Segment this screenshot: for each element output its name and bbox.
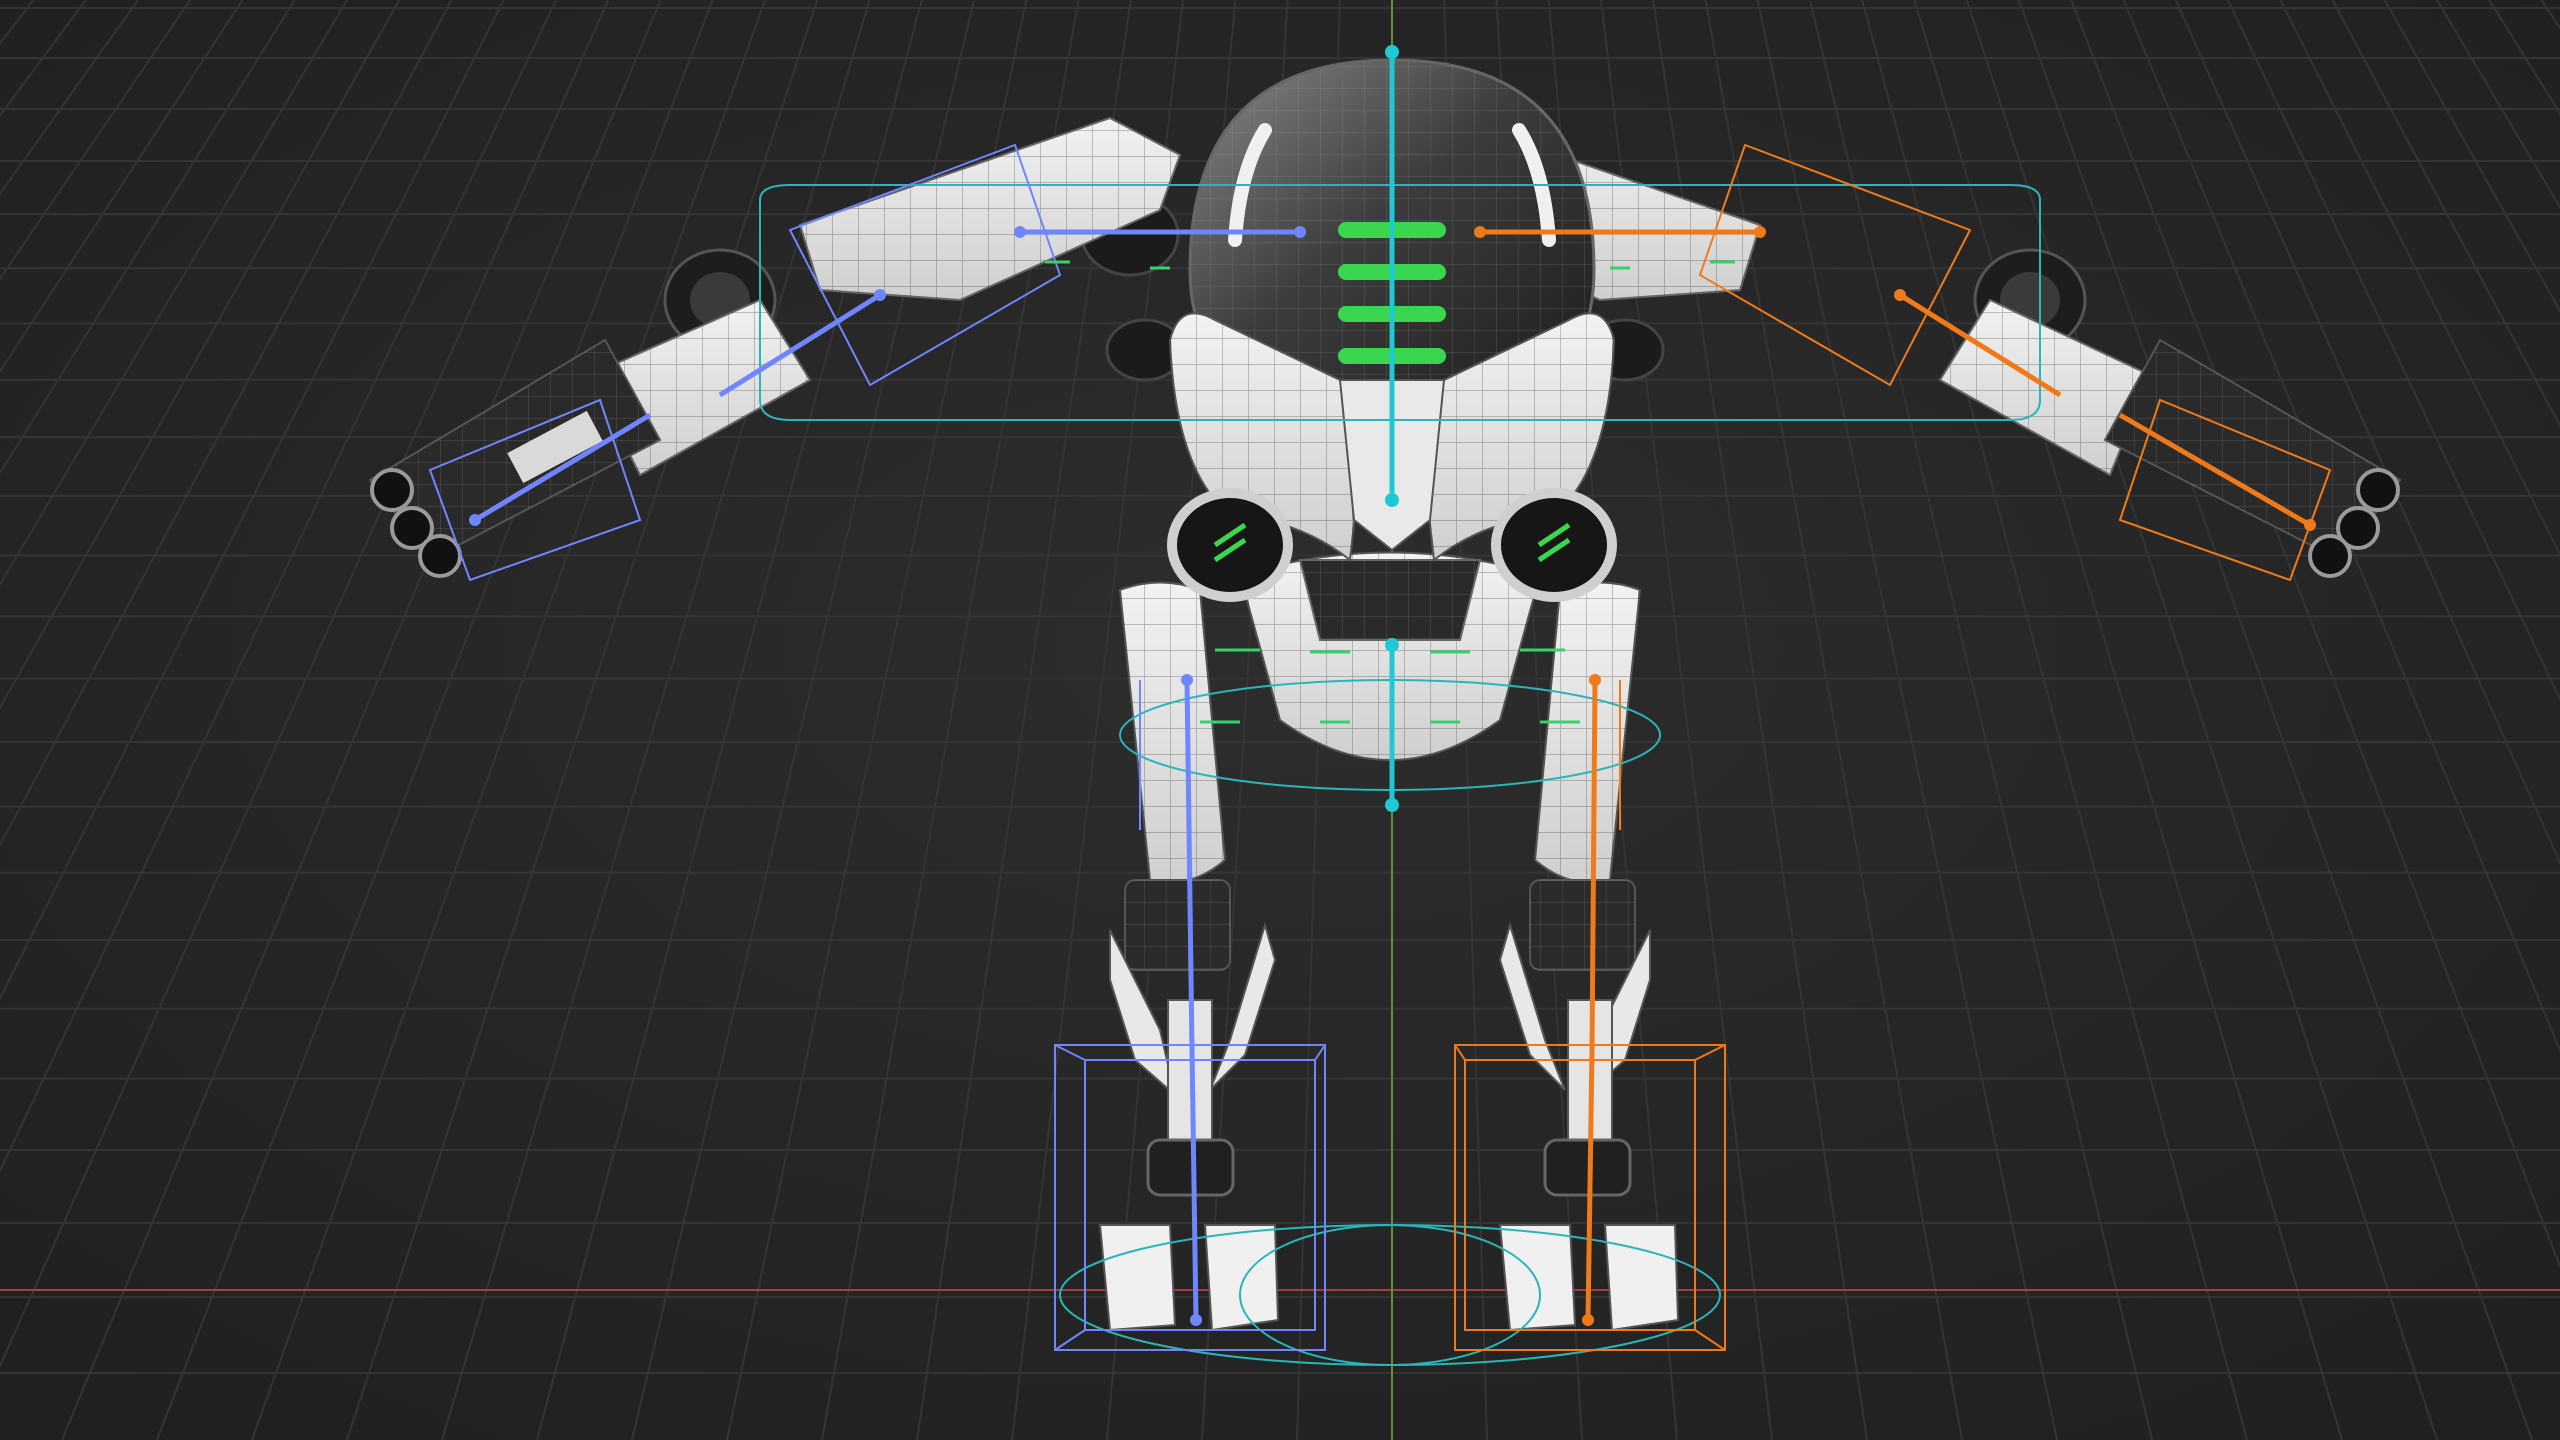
viewport-canvas[interactable] — [0, 0, 2560, 1440]
3d-viewport[interactable]: solid-with-wireframe-overlay — [0, 0, 2560, 1440]
